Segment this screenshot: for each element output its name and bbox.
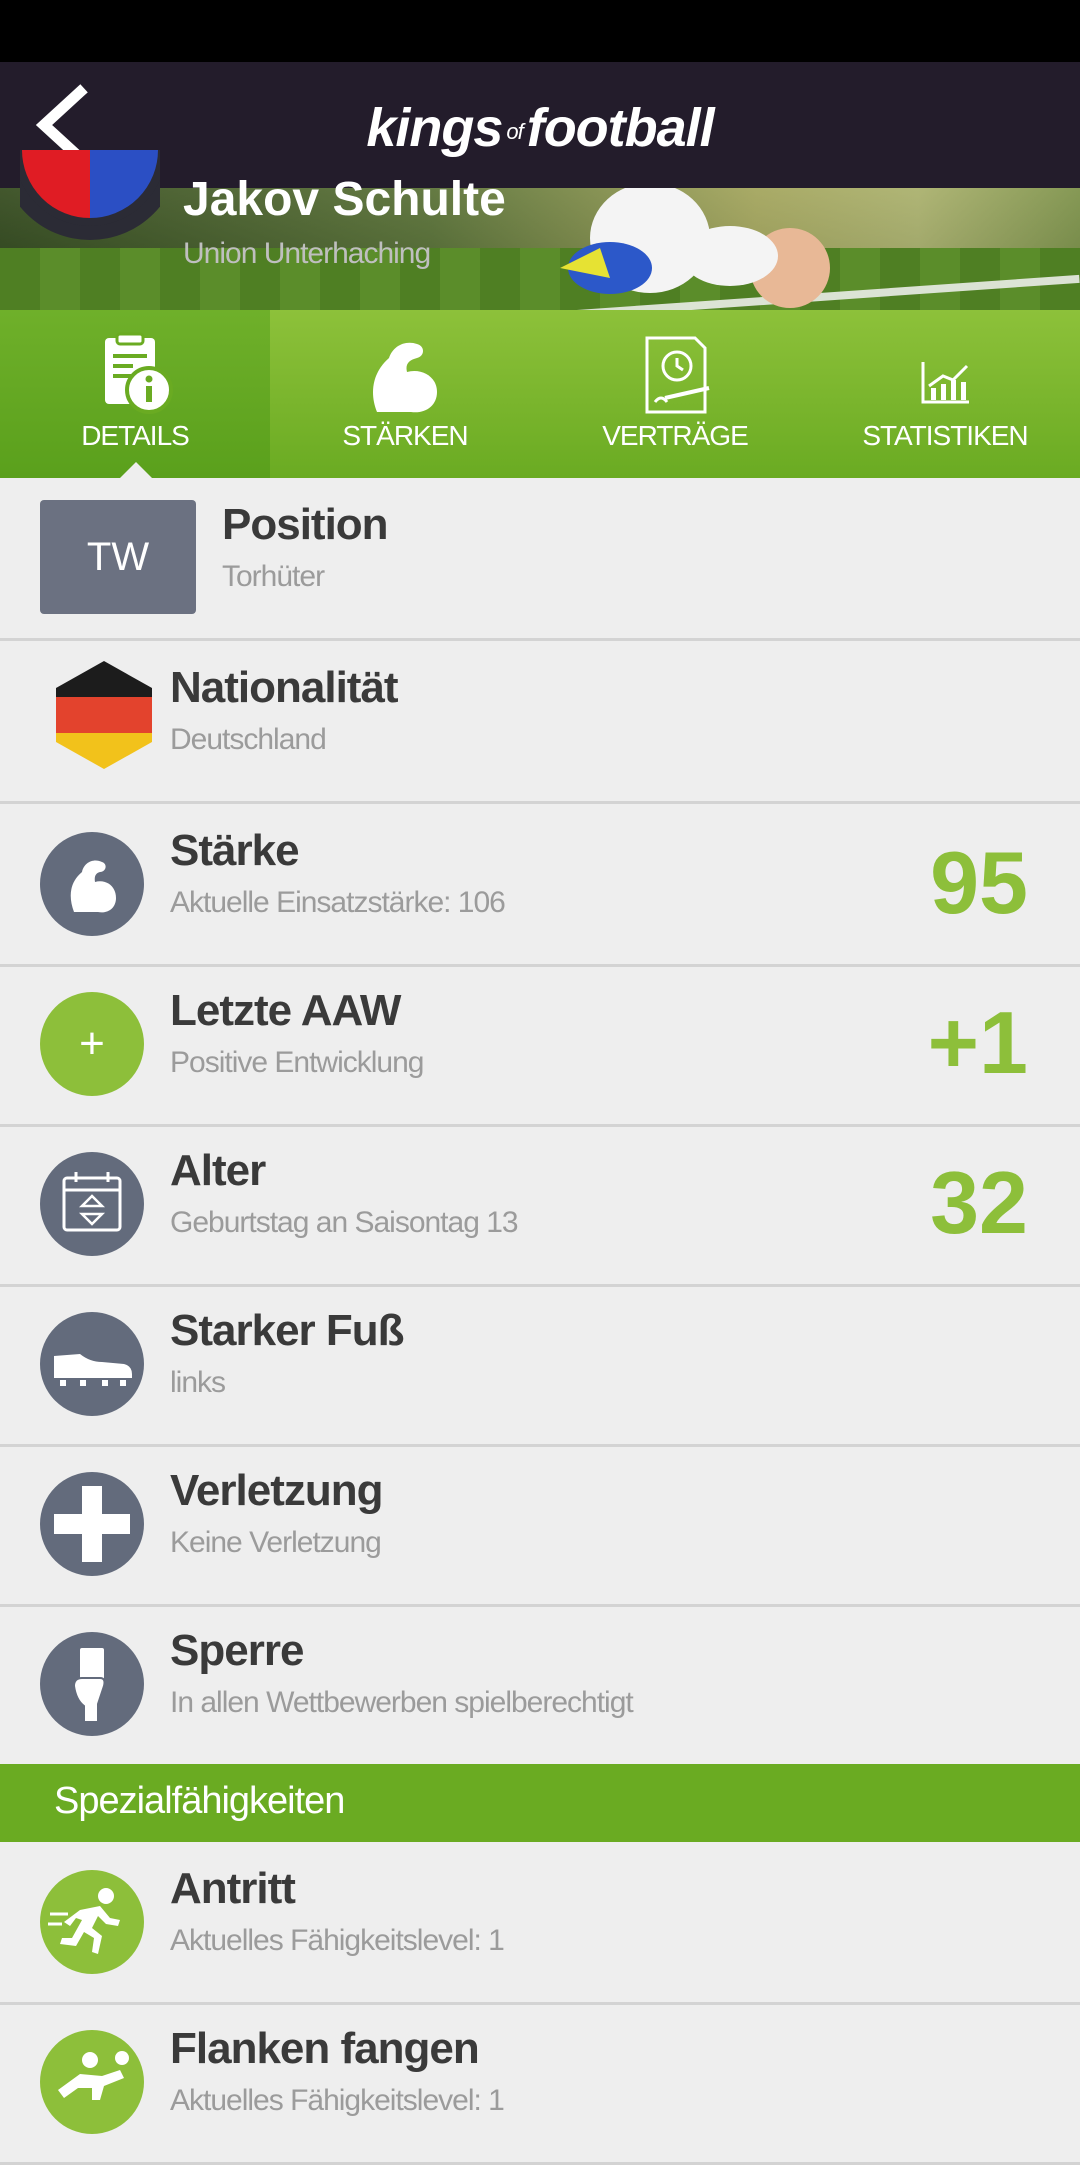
row-title: Nationalität (170, 663, 399, 712)
row-subtitle: Aktuelles Fähigkeitslevel: 1 (170, 1924, 505, 1957)
row-title: Alter (170, 1146, 266, 1195)
row-title: Position (222, 500, 389, 549)
tab-label: STATISTIKEN (862, 420, 1028, 451)
card-hand-icon (40, 1632, 144, 1736)
row-subtitle: Torhüter (222, 560, 325, 593)
row-subtitle: Keine Verletzung (170, 1526, 382, 1559)
status-bar (0, 0, 1080, 62)
tab-label: STÄRKEN (342, 420, 468, 451)
player-image (560, 188, 830, 308)
row-title: Verletzung (170, 1466, 383, 1515)
player-name: Jakov Schulte (183, 173, 506, 226)
section-header-special-abilities: Spezialfähigkeiten (0, 1764, 1080, 1842)
flexed-arm-icon (40, 832, 144, 936)
age-value: 32 (930, 1153, 1028, 1252)
row-title: Starker Fuß (170, 1306, 405, 1355)
row-subtitle: Aktuelles Fähigkeitslevel: 1 (170, 2084, 505, 2117)
calendar-icon (40, 1152, 144, 1256)
detail-row-age: Alter Geburtstag an Saisontag 13 32 (0, 1124, 1080, 1287)
sprint-icon (40, 1870, 144, 1974)
row-subtitle: links (170, 1366, 226, 1399)
tab-statistiken[interactable]: STATISTIKEN (810, 310, 1080, 478)
row-subtitle: In allen Wettbewerben spielberechtigt (170, 1686, 634, 1719)
row-subtitle: Deutschland (170, 723, 327, 756)
row-title: Antritt (170, 1864, 296, 1913)
detail-row-injury: Verletzung Keine Verletzung (0, 1444, 1080, 1607)
detail-row-strength: Stärke Aktuelle Einsatzstärke: 106 95 (0, 804, 1080, 967)
detail-row-suspension: Sperre In allen Wettbewerben spielberech… (0, 1604, 1080, 1767)
club-crest (20, 150, 160, 246)
tab-label: DETAILS (81, 420, 190, 451)
medical-cross-icon (40, 1472, 144, 1576)
strength-value: 95 (930, 833, 1028, 932)
active-tab-indicator (120, 462, 152, 478)
goalkeeper-dive-icon (40, 2030, 144, 2134)
plus-icon: + (40, 992, 144, 1096)
top-bar: kings offootball (0, 62, 1080, 188)
detail-row-strong-foot: Starker Fuß links (0, 1284, 1080, 1447)
germany-flag-icon (56, 661, 152, 769)
detail-row-last-aaw: + Letzte AAW Positive Entwicklung +1 (0, 964, 1080, 1127)
detail-row-nationality: Nationalität Deutschland (0, 641, 1080, 804)
row-title: Flanken fangen (170, 2024, 480, 2073)
special-ability-row: Antritt Aktuelles Fähigkeitslevel: 1 (0, 1842, 1080, 2005)
app-logo: kings offootball (366, 98, 714, 158)
row-subtitle: Positive Entwicklung (170, 1046, 424, 1079)
special-ability-row: Flanken fangen Aktuelles Fähigkeitslevel… (0, 2002, 1080, 2165)
row-title: Sperre (170, 1626, 304, 1675)
row-subtitle: Aktuelle Einsatzstärke: 106 (170, 886, 506, 919)
row-subtitle: Geburtstag an Saisontag 13 (170, 1206, 519, 1239)
detail-row-position: TW Position Torhüter (0, 478, 1080, 641)
tab-details[interactable]: DETAILS (0, 310, 270, 478)
tab-bar: DETAILS STÄRKEN VERTRÄGE STATISTIKEN (0, 310, 1080, 478)
last-aaw-value: +1 (927, 993, 1028, 1092)
position-badge: TW (40, 500, 196, 614)
section-title: Spezialfähigkeiten (54, 1780, 345, 1822)
tab-label: VERTRÄGE (602, 420, 749, 451)
row-title: Stärke (170, 826, 300, 875)
contract-icon (645, 336, 710, 414)
document-info-icon (105, 332, 173, 414)
football-boot-icon (40, 1312, 144, 1416)
club-name[interactable]: Union Unterhaching (183, 237, 431, 271)
flexed-arm-icon (373, 342, 437, 413)
tab-staerken[interactable]: STÄRKEN (270, 310, 540, 478)
chart-icon (921, 362, 969, 404)
player-hero-banner (0, 188, 1080, 310)
row-title: Letzte AAW (170, 986, 401, 1035)
tab-vertraege[interactable]: VERTRÄGE (540, 310, 810, 478)
